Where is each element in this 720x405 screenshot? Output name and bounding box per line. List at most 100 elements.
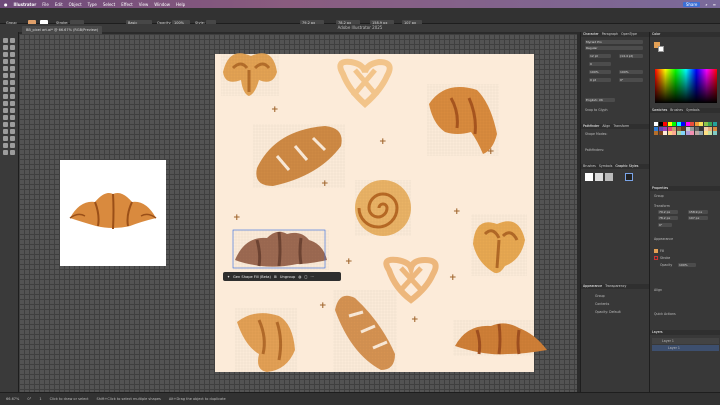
tool-icon[interactable]: [10, 59, 15, 64]
tab-transform[interactable]: Transform: [613, 124, 629, 129]
search-icon[interactable]: ⌕: [705, 2, 707, 7]
tab-brushes[interactable]: Brushes: [583, 164, 596, 169]
tab-symbols[interactable]: Symbols: [599, 164, 613, 169]
tool-icon[interactable]: [3, 143, 8, 148]
color-swatch[interactable]: [681, 126, 685, 131]
tool-icon[interactable]: [3, 73, 8, 78]
tool-icon[interactable]: [10, 115, 15, 120]
color-swatch[interactable]: [672, 126, 676, 131]
tool-icon[interactable]: [3, 38, 8, 43]
swatch-grid[interactable]: [654, 122, 717, 135]
apple-icon[interactable]: ●: [4, 2, 8, 7]
prop-h-field[interactable]: 107 px: [688, 216, 708, 220]
color-swatch[interactable]: [654, 122, 658, 126]
color-swatch[interactable]: [685, 122, 690, 126]
color-swatch[interactable]: [667, 122, 672, 126]
tool-icon[interactable]: [3, 122, 8, 127]
pretzel-pixel[interactable]: [337, 58, 393, 108]
graphic-style-swatch[interactable]: [605, 173, 613, 181]
prop-w-field[interactable]: 158.9 px: [688, 210, 708, 214]
tab-properties[interactable]: Properties: [652, 186, 668, 191]
artboard[interactable]: + + + + + + + + + +: [215, 53, 549, 372]
ungroup-button[interactable]: Ungroup: [280, 275, 295, 279]
artboard-navigator[interactable]: 1: [39, 397, 41, 401]
tool-icon[interactable]: [10, 66, 15, 71]
graphic-style-swatch[interactable]: [585, 173, 593, 181]
tab-character[interactable]: Character: [583, 32, 599, 37]
prop-x-field[interactable]: 79.2 px: [658, 210, 678, 214]
color-swatch[interactable]: [703, 122, 708, 126]
graphic-style-swatch[interactable]: [625, 173, 633, 181]
color-swatch[interactable]: [708, 126, 712, 131]
font-size-field[interactable]: 12 pt: [589, 54, 611, 58]
tool-icon[interactable]: [3, 59, 8, 64]
croissant-pixel-bottom-left[interactable]: [235, 308, 297, 372]
color-swatch[interactable]: [699, 126, 703, 131]
color-swatch[interactable]: [708, 131, 712, 135]
tool-icon[interactable]: [10, 94, 15, 99]
prop-y-field[interactable]: 78.2 px: [658, 216, 678, 220]
color-spectrum[interactable]: [655, 69, 717, 103]
tab-layers[interactable]: Layers: [652, 330, 663, 335]
cinnamon-roll-pixel[interactable]: [355, 180, 411, 236]
menu-select[interactable]: Select: [103, 2, 115, 7]
croissant-pixel-bottom-right[interactable]: [453, 320, 549, 356]
tool-icon[interactable]: [10, 101, 15, 106]
color-swatch[interactable]: [712, 122, 717, 126]
menu-edit[interactable]: Edit: [55, 2, 63, 7]
tool-icon[interactable]: [3, 52, 8, 57]
tab-symbols[interactable]: Symbols: [686, 108, 700, 113]
appearance-opacity[interactable]: Opacity: Default: [595, 310, 621, 314]
menu-effect[interactable]: Effect: [121, 2, 133, 7]
tool-icon[interactable]: [10, 108, 15, 113]
color-swatch[interactable]: [690, 126, 694, 131]
croissant-pixel-top-right[interactable]: [427, 84, 499, 156]
color-swatch[interactable]: [663, 122, 667, 126]
color-swatch[interactable]: [676, 126, 681, 131]
sublayer-row[interactable]: Layer 1: [652, 345, 719, 351]
rotation-field[interactable]: 0°: [619, 78, 643, 82]
color-swatch[interactable]: [667, 126, 672, 131]
color-swatch[interactable]: [712, 131, 717, 135]
stroke-color-swatch[interactable]: [658, 46, 664, 52]
tool-icon[interactable]: [3, 66, 8, 71]
color-swatch[interactable]: [685, 131, 690, 135]
gen-shape-fill-button[interactable]: Gen Shape Fill (Beta): [233, 275, 271, 279]
tracking-field[interactable]: 0: [589, 62, 611, 66]
color-swatch[interactable]: [708, 122, 712, 126]
color-swatch[interactable]: [690, 131, 694, 135]
zoom-level[interactable]: 66.67%: [6, 397, 19, 401]
tool-icon[interactable]: [10, 52, 15, 57]
color-swatch[interactable]: [690, 122, 694, 126]
leading-field[interactable]: (14.4 pt): [619, 54, 643, 58]
tab-paragraph[interactable]: Paragraph: [602, 32, 618, 37]
font-family-field[interactable]: Myriad Pro: [585, 40, 643, 44]
tool-icon[interactable]: [3, 87, 8, 92]
color-swatch[interactable]: [694, 131, 699, 135]
app-menu[interactable]: Illustrator: [14, 2, 37, 7]
color-swatch[interactable]: [667, 131, 672, 135]
color-swatch[interactable]: [658, 131, 663, 135]
tab-appearance[interactable]: Appearance: [583, 284, 602, 289]
color-swatch[interactable]: [712, 126, 717, 131]
baguette-pixel[interactable]: [253, 124, 345, 188]
font-style-field[interactable]: Regular: [585, 46, 643, 50]
tool-icon[interactable]: [3, 136, 8, 141]
palmier-pixel-right[interactable]: [471, 214, 527, 276]
language-field[interactable]: English: UK: [585, 98, 615, 102]
color-swatch[interactable]: [694, 122, 699, 126]
stroke-swatch[interactable]: [654, 256, 658, 260]
palmier-pixel[interactable]: [221, 53, 279, 96]
color-swatch[interactable]: [672, 131, 676, 135]
tool-icon[interactable]: [10, 73, 15, 78]
share-button[interactable]: Share: [682, 1, 701, 7]
color-swatch[interactable]: [676, 122, 681, 126]
tab-align[interactable]: Align: [602, 124, 610, 129]
tool-icon[interactable]: [3, 101, 8, 106]
color-swatch[interactable]: [681, 122, 685, 126]
tool-icon[interactable]: [10, 38, 15, 43]
prop-angle-field[interactable]: 0°: [658, 223, 672, 227]
color-swatch[interactable]: [699, 122, 703, 126]
more-icon[interactable]: ⋯: [310, 275, 314, 279]
menu-type[interactable]: Type: [88, 2, 97, 7]
